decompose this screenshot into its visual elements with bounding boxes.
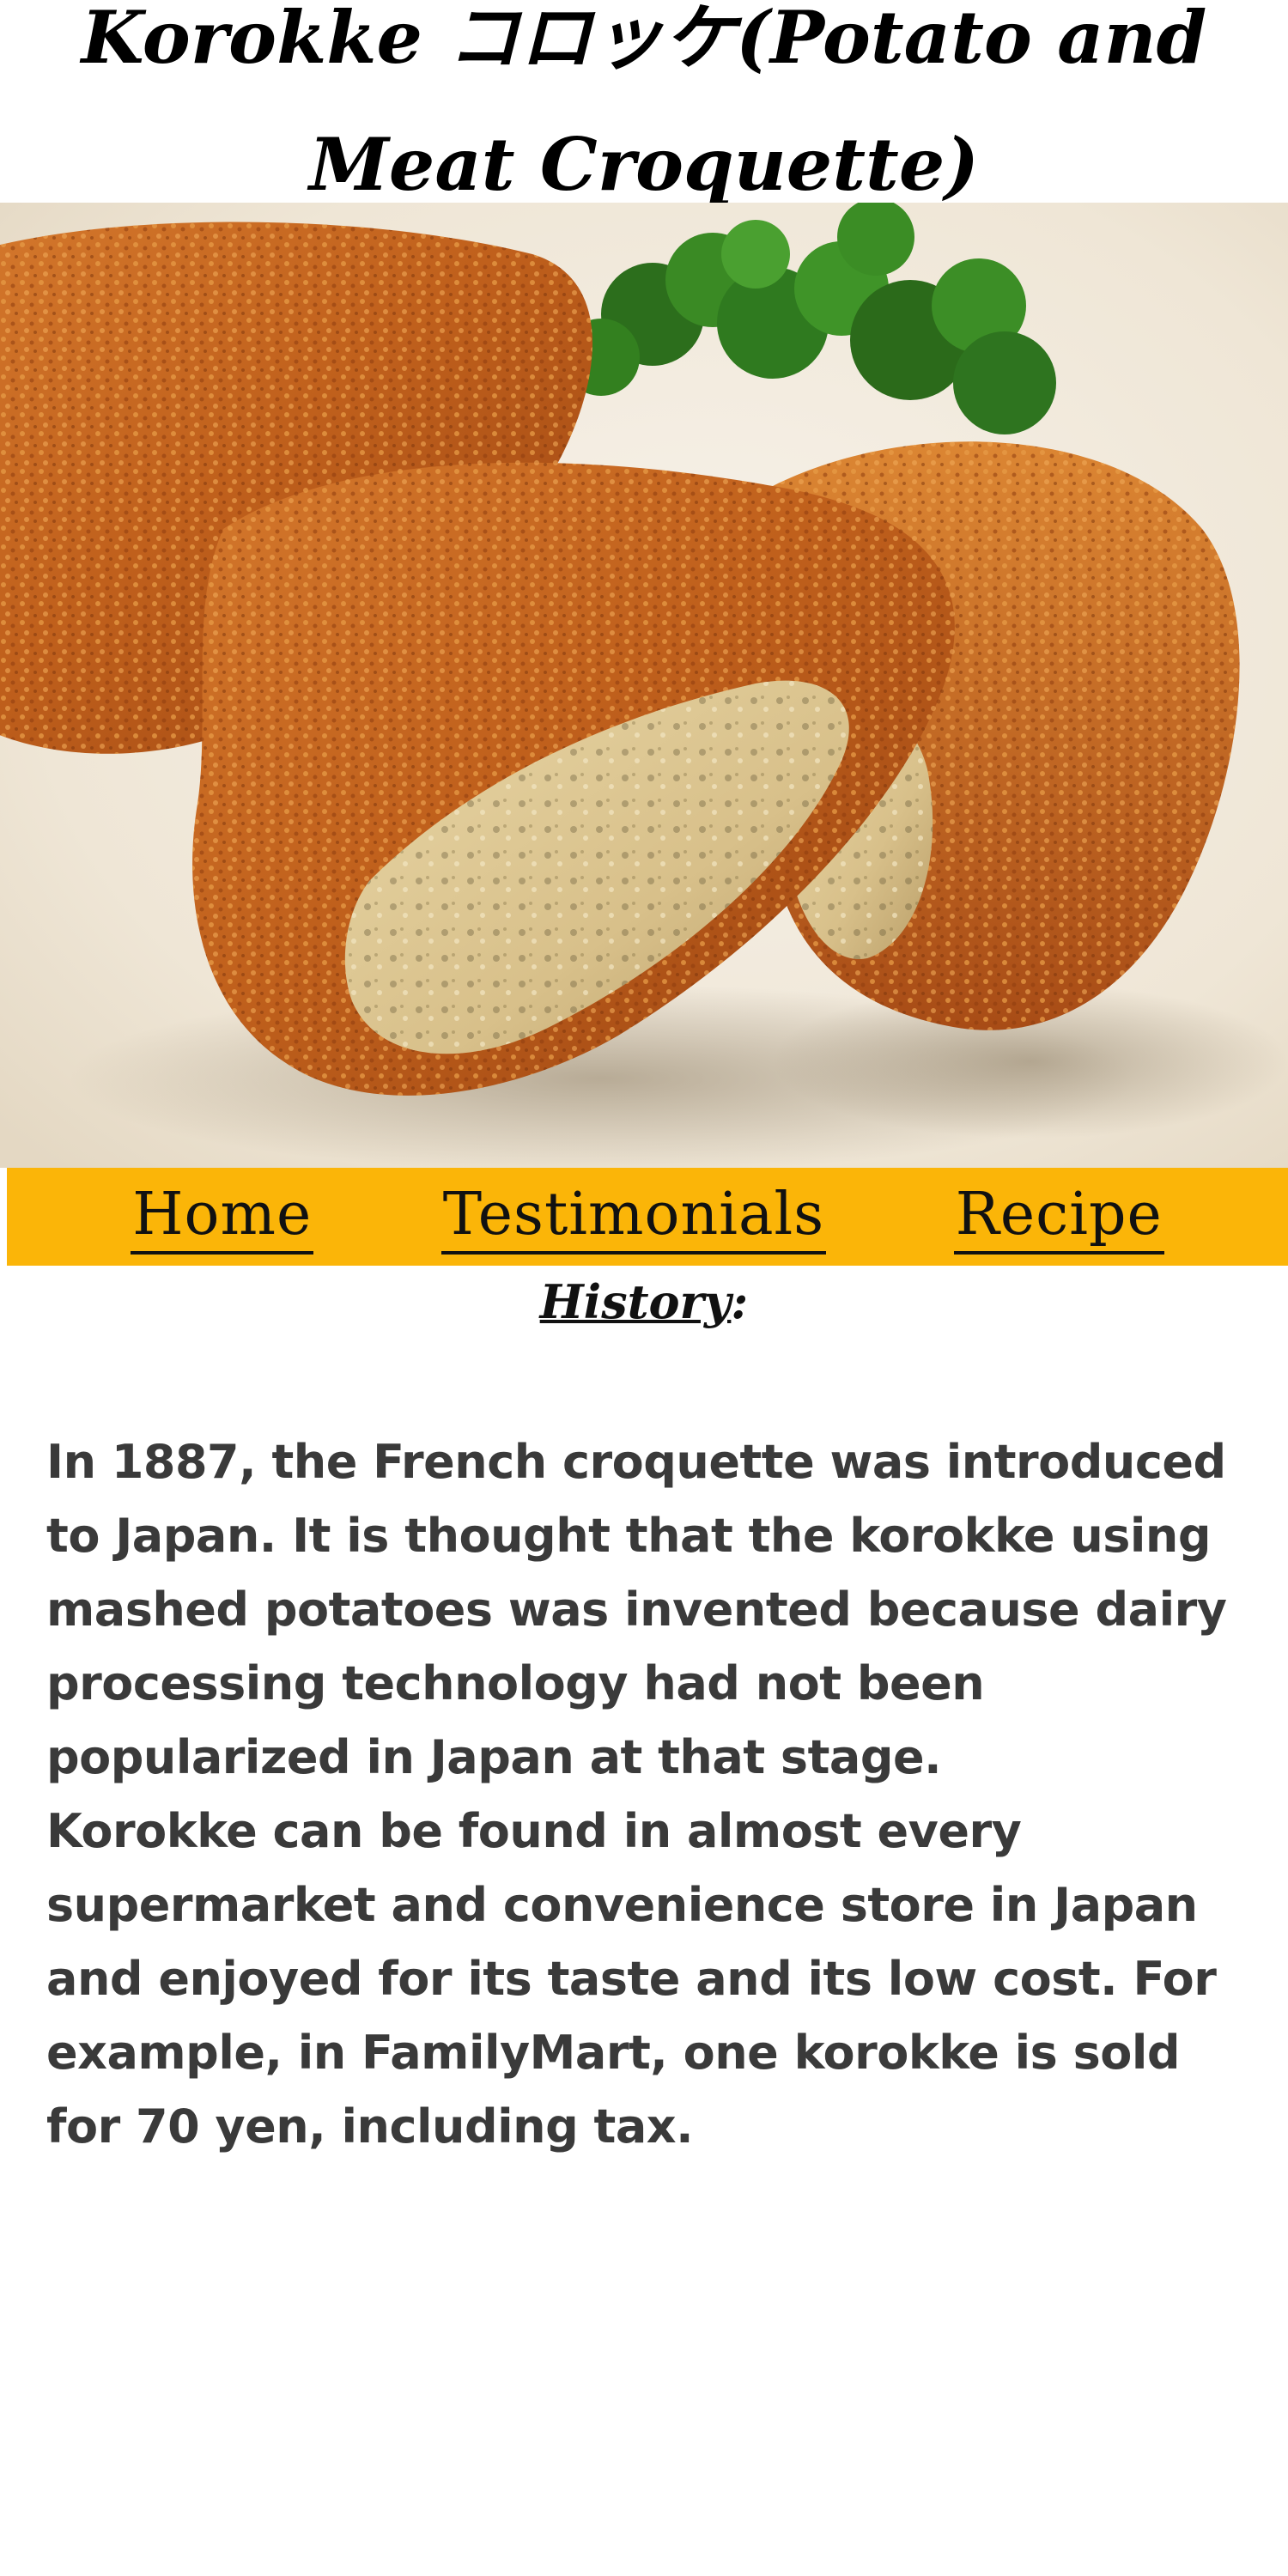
history-paragraph: In 1887, the French croquette was introd… (46, 1425, 1266, 2164)
history-heading: History: (0, 1266, 1288, 1338)
nav-link-home[interactable]: Home (131, 1179, 314, 1255)
history-paragraph-2: Korokke can be found in almost every sup… (46, 1804, 1217, 2154)
history-paragraph-1: In 1887, the French croquette was introd… (46, 1435, 1227, 1784)
history-heading-colon: : (731, 1274, 749, 1329)
nav-link-recipe[interactable]: Recipe (953, 1179, 1164, 1255)
page-title: Korokke コロッケ(Potato and Meat Croquette) (0, 0, 1288, 207)
croquette-photo (0, 203, 1288, 1168)
page: Korokke コロッケ(Potato and Meat Croquette) (0, 0, 1288, 2576)
main-nav: Home Testimonials Recipe (7, 1168, 1288, 1266)
nav-link-testimonials[interactable]: Testimonials (440, 1179, 827, 1255)
hero-image (0, 203, 1288, 1168)
history-heading-text: History (539, 1274, 732, 1329)
page-title-line-1: Korokke コロッケ(Potato and (81, 0, 1207, 80)
